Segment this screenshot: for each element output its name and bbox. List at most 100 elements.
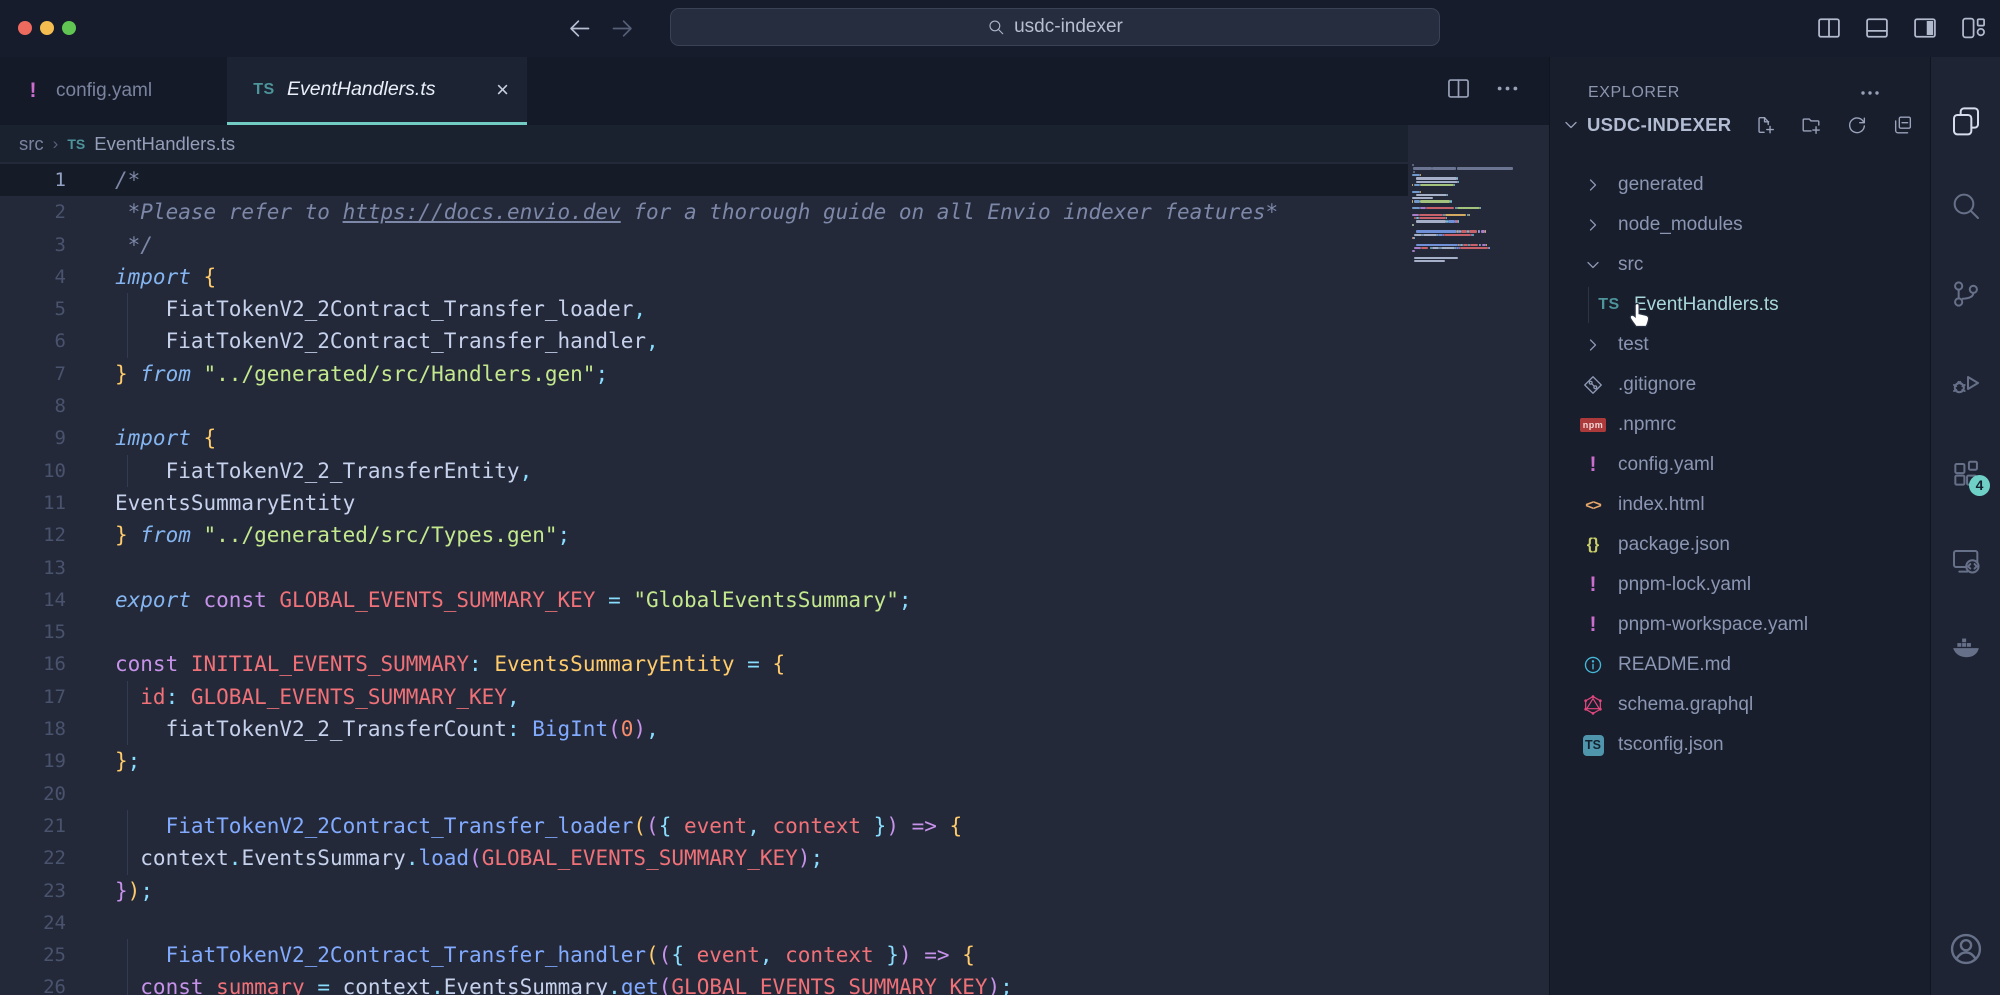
tree-file-pnpm-lock.yaml[interactable]: !pnpm-lock.yaml xyxy=(1550,565,1930,605)
back-arrow-icon[interactable] xyxy=(566,15,593,42)
tree-file-pnpm-workspace.yaml[interactable]: !pnpm-workspace.yaml xyxy=(1550,605,1930,645)
history-nav xyxy=(566,15,636,42)
tree-item-label: config.yaml xyxy=(1618,454,1714,476)
new-file-icon[interactable] xyxy=(1754,114,1776,136)
tree-item-label: src xyxy=(1618,254,1643,276)
docker-icon xyxy=(1950,630,1982,662)
split-editor-icon[interactable] xyxy=(1445,75,1472,102)
minimap[interactable] xyxy=(1412,164,1524,263)
tree-file-package.json[interactable]: {}package.json xyxy=(1550,525,1930,565)
breadcrumb-segment[interactable]: src xyxy=(19,133,44,155)
code-line-22[interactable]: 22 context.EventsSummary.load(GLOBAL_EVE… xyxy=(0,842,1549,874)
editor-group: !config.yamlTSEventHandlers.ts× src›TSEv… xyxy=(0,57,1549,995)
code-line-21[interactable]: 21 FiatTokenV2_2Contract_Transfer_loader… xyxy=(0,810,1549,842)
chevron-right-icon: › xyxy=(53,134,59,154)
line-number: 24 xyxy=(0,907,66,939)
activity-search-button[interactable] xyxy=(1931,162,2000,249)
project-name: USDC-INDEXER xyxy=(1587,114,1731,136)
minimize-window-button[interactable] xyxy=(40,21,54,35)
code-line-12[interactable]: 12} from "../generated/src/Types.gen"; xyxy=(0,519,1549,551)
activity-source-control-button[interactable] xyxy=(1931,250,2000,337)
run-debug-icon xyxy=(1950,367,1982,399)
code-line-7[interactable]: 7} from "../generated/src/Handlers.gen"; xyxy=(0,358,1549,390)
tree-folder-test[interactable]: test xyxy=(1550,325,1930,365)
tree-folder-generated[interactable]: generated xyxy=(1550,165,1930,205)
toggle-secondary-sidebar-icon[interactable] xyxy=(1911,14,1939,42)
tree-file-config.yaml[interactable]: !config.yaml xyxy=(1550,445,1930,485)
refresh-icon[interactable] xyxy=(1846,114,1868,136)
forward-arrow-icon[interactable] xyxy=(609,15,636,42)
line-number: 23 xyxy=(0,875,66,907)
code-line-24[interactable]: 24 xyxy=(0,907,1549,939)
activity-run-and-debug-button[interactable] xyxy=(1931,339,2000,426)
customize-layout-icon[interactable] xyxy=(1959,14,1987,42)
breadcrumb[interactable]: src›TSEventHandlers.ts xyxy=(0,125,1408,162)
tree-folder-node_modules[interactable]: node_modules xyxy=(1550,205,1930,245)
toggle-panel-icon[interactable] xyxy=(1863,14,1891,42)
line-number: 15 xyxy=(0,616,66,648)
tree-file-schema.graphql[interactable]: schema.graphql xyxy=(1550,685,1930,725)
code-line-23[interactable]: 23}); xyxy=(0,875,1549,907)
tab-config.yaml[interactable]: !config.yaml xyxy=(0,57,227,125)
code-line-16[interactable]: 16const INITIAL_EVENTS_SUMMARY: EventsSu… xyxy=(0,648,1549,680)
files-icon xyxy=(1950,105,1982,137)
close-icon[interactable]: × xyxy=(496,79,509,101)
code-line-1[interactable]: 1/* xyxy=(0,164,1549,196)
code-line-2[interactable]: 2 *Please refer to https://docs.envio.de… xyxy=(0,196,1549,228)
more-actions-icon[interactable] xyxy=(1858,81,1882,105)
line-number: 25 xyxy=(0,939,66,971)
command-center-search[interactable]: usdc-indexer xyxy=(670,8,1440,46)
tree-file-index.html[interactable]: <>index.html xyxy=(1550,485,1930,525)
window-controls[interactable] xyxy=(18,21,76,35)
tree-file-.npmrc[interactable]: npm.npmrc xyxy=(1550,405,1930,445)
account-icon xyxy=(1947,930,1985,968)
titlebar-layout-controls xyxy=(1815,14,1987,42)
code-line-8[interactable]: 8 xyxy=(0,390,1549,422)
code-line-9[interactable]: 9import { xyxy=(0,422,1549,454)
graphql-icon xyxy=(1582,694,1604,716)
project-root-row[interactable]: USDC-INDEXER xyxy=(1550,105,1930,145)
code-line-17[interactable]: 17 id: GLOBAL_EVENTS_SUMMARY_KEY, xyxy=(0,681,1549,713)
activity-remote-explorer-button[interactable] xyxy=(1931,517,2000,604)
code-line-6[interactable]: 6 FiatTokenV2_2Contract_Transfer_handler… xyxy=(0,325,1549,357)
activity-extensions-button[interactable]: 4 xyxy=(1931,430,2000,517)
split-editor-icon[interactable] xyxy=(1815,14,1843,42)
line-number: 26 xyxy=(0,971,66,995)
search-icon xyxy=(987,18,1005,36)
collapse-all-icon[interactable] xyxy=(1892,114,1914,136)
breadcrumb-segment[interactable]: EventHandlers.ts xyxy=(94,133,235,155)
line-number: 3 xyxy=(0,229,66,261)
new-folder-icon[interactable] xyxy=(1800,114,1822,136)
code-line-19[interactable]: 19}; xyxy=(0,745,1549,777)
code-line-14[interactable]: 14export const GLOBAL_EVENTS_SUMMARY_KEY… xyxy=(0,584,1549,616)
code-line-15[interactable]: 15 xyxy=(0,616,1549,648)
code-line-10[interactable]: 10 FiatTokenV2_2_TransferEntity, xyxy=(0,455,1549,487)
code-line-18[interactable]: 18 fiatTokenV2_2_TransferCount: BigInt(0… xyxy=(0,713,1549,745)
code-editor[interactable]: 1/*2 *Please refer to https://docs.envio… xyxy=(0,162,1549,995)
code-line-20[interactable]: 20 xyxy=(0,778,1549,810)
code-line-5[interactable]: 5 FiatTokenV2_2Contract_Transfer_loader, xyxy=(0,293,1549,325)
tree-file-EventHandlers.ts[interactable]: TSEventHandlers.ts xyxy=(1550,285,1930,325)
code-line-13[interactable]: 13 xyxy=(0,552,1549,584)
activity-explorer-button[interactable] xyxy=(1931,77,2000,164)
line-number: 7 xyxy=(0,358,66,390)
code-line-3[interactable]: 3 */ xyxy=(0,229,1549,261)
tab-EventHandlers.ts[interactable]: TSEventHandlers.ts× xyxy=(227,57,527,125)
tree-file-README.md[interactable]: README.md xyxy=(1550,645,1930,685)
code-line-25[interactable]: 25 FiatTokenV2_2Contract_Transfer_handle… xyxy=(0,939,1549,971)
zoom-window-button[interactable] xyxy=(62,21,76,35)
line-number: 20 xyxy=(0,778,66,810)
tree-file-.gitignore[interactable]: .gitignore xyxy=(1550,365,1930,405)
activity-accounts-button[interactable] xyxy=(1931,905,2000,992)
close-window-button[interactable] xyxy=(18,21,32,35)
tree-file-tsconfig.json[interactable]: TStsconfig.json xyxy=(1550,725,1930,765)
code-line-4[interactable]: 4import { xyxy=(0,261,1549,293)
more-actions-icon[interactable] xyxy=(1494,75,1521,102)
tree-item-label: pnpm-workspace.yaml xyxy=(1618,614,1808,636)
readme-icon xyxy=(1582,654,1604,676)
ts-icon: TS xyxy=(1598,296,1619,314)
code-line-26[interactable]: 26 const summary = context.EventsSummary… xyxy=(0,971,1549,995)
tree-folder-src[interactable]: src xyxy=(1550,245,1930,285)
activity-docker-button[interactable] xyxy=(1931,602,2000,689)
code-line-11[interactable]: 11EventsSummaryEntity xyxy=(0,487,1549,519)
